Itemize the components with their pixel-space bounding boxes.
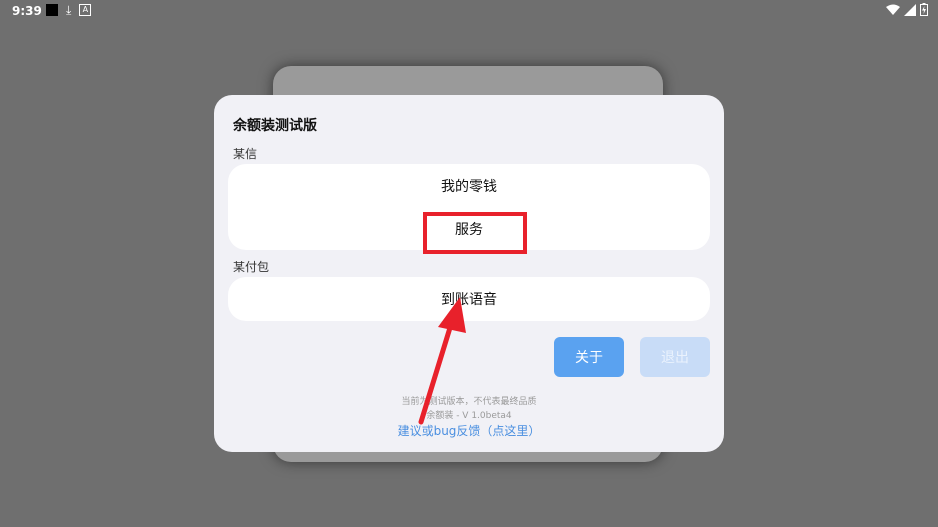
status-icons-right <box>886 3 928 16</box>
status-icons-left: ⤓ A <box>46 3 92 17</box>
about-button[interactable]: 关于 <box>554 337 624 377</box>
feedback-link[interactable]: 建议或bug反馈（点这里） <box>214 422 724 439</box>
footer-notice: 当前为测试版本，不代表最终品质 <box>401 397 537 407</box>
dialog: 余额装测试版 某信 我的零钱 服务 某付包 到账语音 关于 退出 当前为测试版本… <box>214 95 724 452</box>
exit-button[interactable]: 退出 <box>640 337 710 377</box>
status-time: 9:39 <box>12 4 42 18</box>
section-group-alipay: 到账语音 <box>228 277 710 321</box>
status-bar: 9:39 ⤓ A <box>0 0 938 22</box>
wifi-icon <box>886 4 900 15</box>
battery-icon <box>920 3 928 16</box>
footer-version: 余额装 - V 1.0beta4 <box>426 411 512 421</box>
download-icon: ⤓ <box>66 3 72 17</box>
menu-item-wallet[interactable]: 我的零钱 <box>228 164 710 208</box>
annotation-highlight-box <box>423 212 527 254</box>
signal-icon <box>904 3 916 16</box>
dialog-title: 余额装测试版 <box>233 118 317 134</box>
a-badge-icon: A <box>79 4 92 16</box>
section-label-wechat: 某信 <box>233 147 258 161</box>
black-square-icon <box>46 4 58 16</box>
section-label-alipay: 某付包 <box>233 260 270 274</box>
menu-item-payment-voice[interactable]: 到账语音 <box>228 277 710 321</box>
